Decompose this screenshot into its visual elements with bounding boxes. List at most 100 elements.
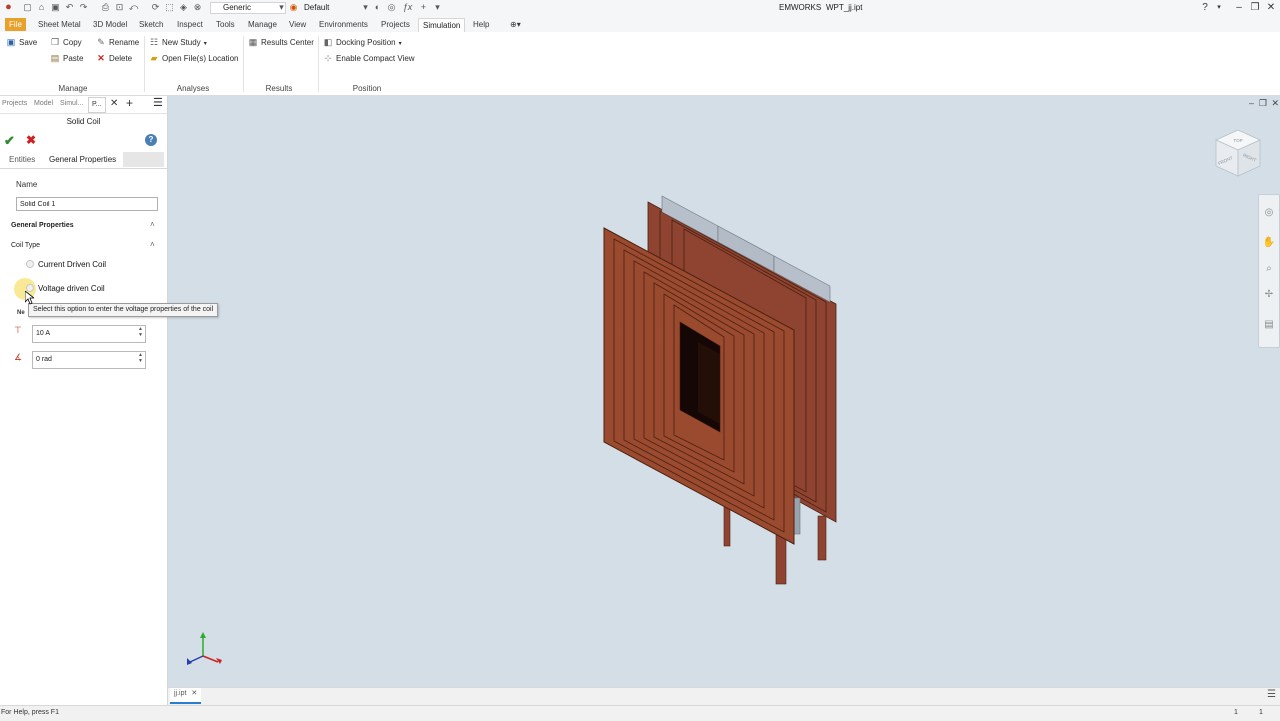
tab-manage[interactable]: Manage (244, 18, 281, 31)
chevron-up-icon[interactable]: ˄ (150, 240, 155, 249)
tab-help[interactable]: Help (469, 18, 493, 31)
option-current-driven-label[interactable]: Current Driven Coil (38, 260, 106, 269)
phase-input[interactable]: 0 rad ▲ ▼ (32, 351, 146, 369)
paste-button[interactable]: ▤ Paste (50, 52, 84, 65)
tab-view[interactable]: View (285, 18, 310, 31)
docking-position-button[interactable]: ◧ Docking Position ▾ (323, 36, 402, 49)
close-window-button[interactable]: ✕ (1263, 1, 1279, 15)
help-dropdown-icon[interactable]: ▾ (1211, 1, 1227, 15)
steering-wheel-icon[interactable]: ◎ (1261, 205, 1277, 221)
redo-icon[interactable]: ↷ (78, 2, 89, 13)
tab-tools[interactable]: Tools (212, 18, 239, 31)
close-icon[interactable]: ✕ (191, 690, 197, 697)
undo-icon[interactable]: ↶ (64, 2, 75, 13)
save-icon: ▣ (6, 37, 16, 47)
appearance-select[interactable]: Default (304, 3, 356, 12)
restore-button[interactable]: ❐ (1247, 1, 1263, 15)
panel-tab-projects[interactable]: Projects (2, 100, 27, 107)
chevron-down-icon[interactable]: ▾ (360, 2, 371, 13)
adjust-icon[interactable]: ◐ (372, 2, 383, 13)
current-input[interactable]: 10 A ▲ ▼ (32, 325, 146, 343)
tab-sheet-metal[interactable]: Sheet Metal (34, 18, 85, 31)
ok-check-icon[interactable]: ✔ (4, 133, 15, 149)
panel-tab-simulation[interactable]: Simul... (60, 100, 83, 107)
tab-3d-model[interactable]: 3D Model (89, 18, 131, 31)
coil-3d-model[interactable] (598, 192, 848, 592)
status-count-b: 1 (1259, 709, 1263, 716)
tab-menu-icon[interactable]: ☰ (1267, 689, 1276, 700)
tab-simulation[interactable]: Simulation (418, 18, 466, 32)
compact-view-button[interactable]: ⊹ Enable Compact View (323, 52, 414, 65)
tab-inspect[interactable]: Inspect (173, 18, 207, 31)
close-view-icon[interactable]: ✕ (1271, 98, 1279, 109)
option-voltage-driven-label[interactable]: Voltage driven Coil (38, 284, 105, 293)
plus-icon[interactable]: + (418, 2, 429, 13)
navigation-bar: ◎ ✋ ⌕ ✢ ▤ (1258, 194, 1280, 348)
graphics-viewport[interactable]: – ❐ ✕ TOP FRONT RIGHT ◎ ✋ ⌕ ✢ ▤ (168, 96, 1280, 687)
copy-button[interactable]: ❐ Copy (50, 36, 82, 49)
new-study-label: New Study (162, 38, 201, 47)
current-stepper[interactable]: ▲ ▼ (136, 326, 145, 342)
chevron-down-icon: ▾ (398, 41, 402, 47)
style-select[interactable]: Generic (210, 2, 286, 14)
tab-sketch[interactable]: Sketch (135, 18, 167, 31)
tab-projects[interactable]: Projects (377, 18, 414, 31)
results-center-button[interactable]: ▦ Results Center (248, 36, 314, 49)
chevron-down-icon[interactable]: ▾ (276, 2, 287, 13)
pan-icon[interactable]: ✋ (1261, 235, 1277, 251)
fx-parameters-icon[interactable]: ƒx (402, 2, 413, 13)
clear-icon[interactable]: ◎ (386, 2, 397, 13)
view-cube[interactable]: TOP FRONT RIGHT (1212, 126, 1264, 182)
document-tab-strip: jj.ipt ✕ ☰ (168, 687, 1280, 706)
subtab-general-properties[interactable]: General Properties (44, 152, 122, 168)
print-icon[interactable]: ⎙ (100, 2, 111, 13)
tab-environments[interactable]: Environments (315, 18, 372, 31)
copy-label: Copy (63, 38, 82, 47)
rename-button[interactable]: ✎ Rename (96, 36, 139, 49)
app-logo-icon[interactable]: ● (3, 2, 14, 13)
delete-label: Delete (109, 54, 133, 63)
general-properties-section[interactable]: General Properties (11, 222, 74, 229)
tab-options-icon[interactable]: ⊕▾ (506, 18, 525, 31)
component-icon[interactable]: ◈ (178, 2, 189, 13)
document-tab[interactable]: jj.ipt ✕ (170, 688, 202, 704)
customize-icon[interactable]: ▾ (432, 2, 443, 13)
measure-icon[interactable]: ⊡ (114, 2, 125, 13)
select-icon[interactable]: ⬚ (164, 2, 175, 13)
update-icon[interactable]: ⟳ (150, 2, 161, 13)
minimize-button[interactable]: – (1231, 1, 1247, 15)
tab-file[interactable]: File (5, 18, 26, 31)
help-icon[interactable]: ? (145, 134, 157, 146)
chevron-up-icon[interactable]: ˄ (150, 220, 155, 229)
panel-tab-model[interactable]: Model (34, 100, 53, 107)
open-location-label: Open File(s) Location (162, 54, 239, 63)
open-location-button[interactable]: ▰ Open File(s) Location (149, 52, 239, 65)
menu-icon[interactable]: ☰ (153, 96, 163, 109)
radio-current-driven[interactable] (26, 260, 34, 268)
cancel-x-icon[interactable]: ✖ (26, 133, 36, 147)
look-at-icon[interactable]: ▤ (1261, 317, 1277, 333)
name-field[interactable] (16, 197, 158, 211)
open-file-icon[interactable]: ⌂ (36, 2, 47, 13)
rename-icon: ✎ (97, 37, 105, 47)
plus-icon[interactable]: + (126, 96, 133, 110)
subtab-entities[interactable]: Entities (9, 155, 35, 164)
name-label: Name (16, 180, 38, 189)
return-icon[interactable]: ⤺ (128, 2, 139, 13)
phase-stepper[interactable]: ▲ ▼ (136, 352, 145, 368)
panel-tab-properties[interactable]: P... (88, 97, 106, 113)
cancel-icon[interactable]: ⊗ (192, 2, 203, 13)
restore-view-icon[interactable]: ❐ (1259, 98, 1267, 109)
orbit-icon[interactable]: ✢ (1261, 287, 1277, 303)
docking-icon: ◧ (323, 37, 333, 47)
minimize-view-icon[interactable]: – (1249, 98, 1254, 108)
save-icon[interactable]: ▣ (50, 2, 61, 13)
compact-icon: ⊹ (324, 53, 332, 63)
close-icon[interactable]: ✕ (110, 98, 118, 109)
new-study-button[interactable]: ☷ New Study ▾ (149, 36, 207, 49)
status-count-a: 1 (1234, 709, 1238, 716)
new-file-icon[interactable]: ▢ (22, 2, 33, 13)
save-button[interactable]: ▣ Save (6, 36, 38, 49)
zoom-icon[interactable]: ⌕ (1261, 261, 1277, 277)
delete-button[interactable]: ✕ Delete (96, 52, 132, 65)
